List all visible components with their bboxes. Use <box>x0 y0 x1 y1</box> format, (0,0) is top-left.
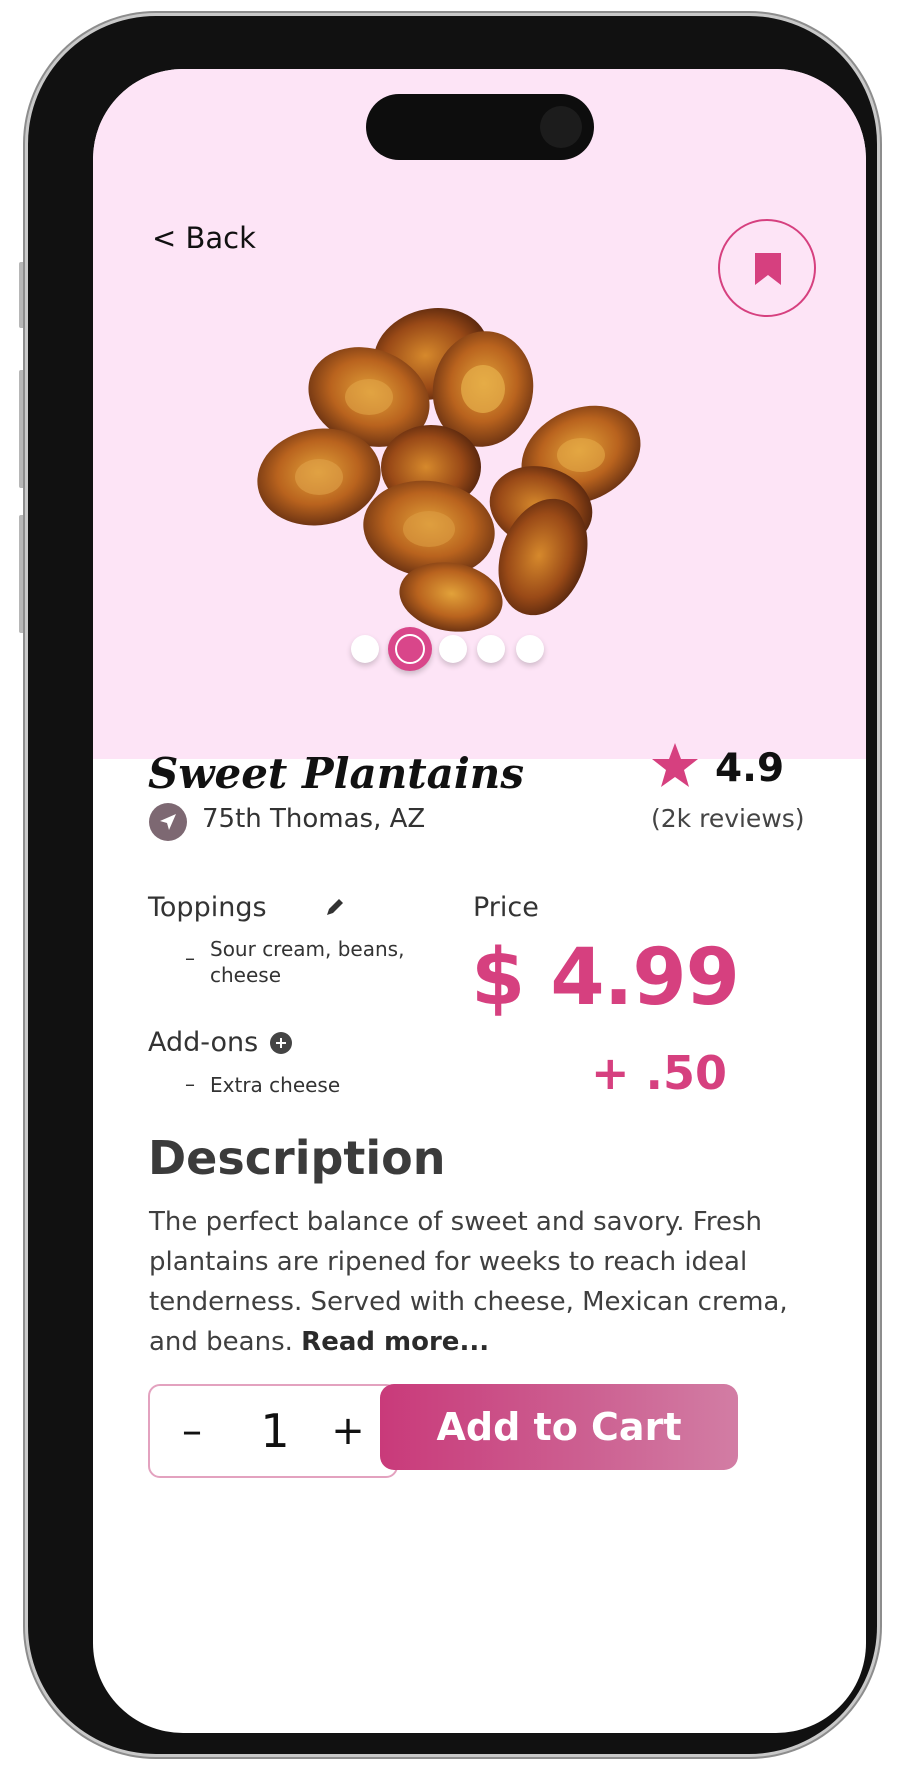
read-more-link[interactable]: Read more... <box>301 1327 489 1357</box>
volume-down-button <box>19 515 26 633</box>
bookmark-button[interactable] <box>718 219 816 317</box>
phone-frame: < Back Sweet Plantains 75th Thomas, AZ 4… <box>28 16 877 1754</box>
hero-section: < Back <box>93 69 866 759</box>
plus-circle-icon[interactable] <box>270 1032 292 1054</box>
camera <box>540 106 582 148</box>
description-text: The perfect balance of sweet and savory.… <box>149 1202 789 1362</box>
addons-item: Extra cheese <box>210 1073 341 1097</box>
silent-switch <box>19 262 26 328</box>
carousel-dot-active[interactable] <box>388 627 432 671</box>
back-button[interactable]: < Back <box>152 221 256 255</box>
volume-up-button <box>19 370 26 488</box>
app-screen: < Back Sweet Plantains 75th Thomas, AZ 4… <box>93 69 866 1733</box>
product-title: Sweet Plantains <box>148 749 524 798</box>
carousel-dot[interactable] <box>351 635 379 663</box>
quantity-value: 1 <box>260 1404 290 1458</box>
carousel-dot[interactable] <box>516 635 544 663</box>
quantity-stepper: – 1 + <box>148 1384 398 1478</box>
toppings-dash: – <box>185 946 195 970</box>
location-text: 75th Thomas, AZ <box>202 804 426 834</box>
location-badge <box>149 803 187 841</box>
increase-quantity-button[interactable]: + <box>326 1401 370 1461</box>
toppings-item-line-2: cheese <box>210 963 282 987</box>
plantains-image <box>257 308 641 632</box>
carousel-dot[interactable] <box>477 635 505 663</box>
toppings-label: Toppings <box>148 892 267 923</box>
description-heading: Description <box>148 1131 446 1185</box>
addons-dash: – <box>185 1072 195 1096</box>
addons-label: Add-ons <box>148 1027 259 1058</box>
location-arrow-icon <box>160 814 176 830</box>
carousel-dot[interactable] <box>439 635 467 663</box>
dynamic-island <box>366 94 594 160</box>
addon-price: + .50 <box>591 1046 728 1100</box>
decrease-quantity-button[interactable]: – <box>170 1401 214 1461</box>
pencil-icon[interactable] <box>324 896 346 918</box>
price-value: $ 4.99 <box>471 933 740 1023</box>
bookmark-icon <box>755 253 781 285</box>
rating-value: 4.9 <box>715 746 785 791</box>
add-to-cart-button[interactable]: Add to Cart <box>380 1384 738 1470</box>
review-count[interactable]: (2k reviews) <box>651 804 805 833</box>
star-icon <box>652 743 698 787</box>
price-label: Price <box>473 892 539 923</box>
toppings-item-line-1: Sour cream, beans, <box>210 937 405 961</box>
